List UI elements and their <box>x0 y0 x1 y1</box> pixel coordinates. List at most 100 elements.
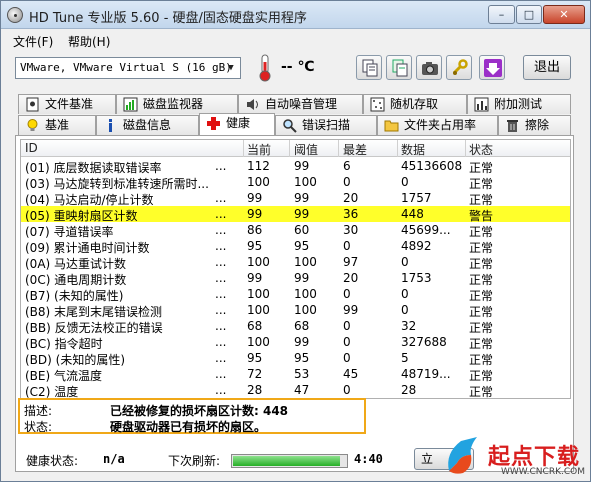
cell-worst: 6 <box>343 159 351 173</box>
cell-current: 100 <box>247 175 270 189</box>
tab-benchmark[interactable]: 基准 <box>18 115 96 135</box>
cell-dots: ... <box>215 223 227 237</box>
table-row[interactable]: (BE) 气流温度 ... 72 53 45 48719... 正常 <box>21 366 570 383</box>
tab-acoustic-management[interactable]: 自动噪音管理 <box>238 94 363 114</box>
tab-extra-tests[interactable]: 附加测试 <box>467 94 571 114</box>
tab-random-access[interactable]: 随机存取 <box>363 94 467 114</box>
cell-data: 48719... <box>401 367 451 381</box>
smart-table[interactable]: ID 当前 阈值 最差 数据 状态 (01) 底层数据读取错误率 ... 112… <box>20 139 571 399</box>
chevron-down-icon[interactable]: ▼ <box>224 60 238 76</box>
cell-current: 99 <box>247 207 263 221</box>
cell-worst: 0 <box>343 287 351 301</box>
refresh-countdown: 4:40 <box>354 452 383 466</box>
folder-icon <box>384 120 399 132</box>
menu-file[interactable]: 文件(F) <box>13 33 53 50</box>
cell-worst: 0 <box>343 239 351 253</box>
cell-worst: 0 <box>343 351 351 365</box>
temperature-readout: -- ℃ <box>281 59 315 75</box>
close-button[interactable]: ✕ <box>543 5 585 24</box>
tab-disk-info[interactable]: 磁盘信息 <box>96 115 199 135</box>
window-title: HD Tune 专业版 5.60 - 硬盘/固态硬盘实用程序 <box>29 11 307 26</box>
tab-error-scan[interactable]: 错误扫描 <box>275 115 377 135</box>
cell-data: 1753 <box>401 271 432 285</box>
table-row[interactable]: (09) 累计通电时间计数 ... 95 95 0 4892 正常 <box>21 238 570 255</box>
cell-data: 28 <box>401 383 417 397</box>
cell-threshold: 47 <box>294 383 310 397</box>
header-data[interactable]: 数据 <box>401 141 425 158</box>
header-status[interactable]: 状态 <box>469 141 493 158</box>
cell-worst: 20 <box>343 191 359 205</box>
tab-disk-monitor[interactable]: 磁盘监视器 <box>116 94 238 114</box>
camera-icon <box>422 62 438 75</box>
title-bar: HD Tune 专业版 5.60 - 硬盘/固态硬盘实用程序 – □ ✕ <box>1 1 590 29</box>
table-row[interactable]: (03) 马达旋转到标准转速所需时... 100 100 0 0 正常 <box>21 174 570 191</box>
minimize-button[interactable]: – <box>488 5 515 24</box>
cell-data: 0 <box>401 287 409 301</box>
cell-threshold: 60 <box>294 223 310 237</box>
cell-worst: 20 <box>343 271 359 285</box>
cell-dots: ... <box>215 191 227 205</box>
cell-threshold: 99 <box>294 335 310 349</box>
copy-all-icon <box>392 59 408 77</box>
header-current[interactable]: 当前 <box>247 141 271 158</box>
drive-select[interactable]: VMware, VMware Virtual S (16 gB) ▼ <box>15 57 241 79</box>
cell-status: 正常 <box>469 385 494 399</box>
cell-threshold: 99 <box>294 271 310 285</box>
table-row[interactable]: (BC) 指令超时 ... 100 99 0 327688 正常 <box>21 334 570 351</box>
wrench-icon <box>452 59 468 75</box>
cell-current: 100 <box>247 303 270 317</box>
header-id[interactable]: ID <box>25 141 38 155</box>
table-row[interactable]: (B8) 末尾到末尾错误检测 ... 100 100 99 0 正常 <box>21 302 570 319</box>
cell-dots: ... <box>215 383 227 397</box>
cell-current: 95 <box>247 239 263 253</box>
disk-app-icon <box>7 7 23 23</box>
cell-dots: ... <box>215 351 227 365</box>
tab-health[interactable]: 健康 <box>199 113 275 135</box>
cell-data: 45699... <box>401 223 451 237</box>
cell-current: 28 <box>247 383 263 397</box>
table-row[interactable]: (0C) 通电周期计数 ... 99 99 20 1753 正常 <box>21 270 570 287</box>
cell-current: 95 <box>247 351 263 365</box>
cell-dots: ... <box>215 271 227 285</box>
tab-label: 附加测试 <box>494 97 543 111</box>
exit-button[interactable]: 退出 <box>523 55 571 80</box>
description-value: 已经被修复的损坏扇区计数: 448 <box>110 404 289 418</box>
tab-label: 磁盘监视器 <box>143 97 204 111</box>
cell-data: 448 <box>401 207 424 221</box>
tab-folder-usage[interactable]: 文件夹占用率 <box>377 115 498 135</box>
tab-file-benchmark[interactable]: 文件基准 <box>18 94 116 114</box>
copy-text-button[interactable] <box>356 55 382 80</box>
table-row[interactable]: (0A) 马达重试计数 ... 100 100 97 0 正常 <box>21 254 570 271</box>
cell-threshold: 53 <box>294 367 310 381</box>
table-row[interactable]: (07) 寻道错误率 ... 86 60 30 45699... 正常 <box>21 222 570 239</box>
menu-help[interactable]: 帮助(H) <box>68 33 110 50</box>
cell-data: 5 <box>401 351 409 365</box>
maximize-button[interactable]: □ <box>516 5 542 24</box>
table-row[interactable]: (C2) 温度 ... 28 47 0 28 正常 <box>21 382 570 398</box>
status-label: 状态: <box>24 420 53 434</box>
menu-bar: 文件(F) 帮助(H) <box>1 30 590 50</box>
tab-erase[interactable]: 擦除 <box>498 115 571 135</box>
cell-threshold: 100 <box>294 255 317 269</box>
cell-worst: 0 <box>343 175 351 189</box>
table-row[interactable]: (BB) 反馈无法校正的错误 ... 68 68 0 32 正常 <box>21 318 570 335</box>
cell-threshold: 100 <box>294 175 317 189</box>
cell-threshold: 100 <box>294 287 317 301</box>
info-icon <box>109 119 112 132</box>
save-button[interactable] <box>479 55 505 80</box>
file-benchmark-icon <box>26 97 39 112</box>
table-row[interactable]: (04) 马达启动/停止计数 ... 99 99 20 1757 正常 <box>21 190 570 207</box>
header-worst[interactable]: 最差 <box>343 141 367 158</box>
cell-dots: ... <box>215 287 227 301</box>
cell-data: 0 <box>401 255 409 269</box>
copy-all-button[interactable] <box>386 55 412 80</box>
table-row[interactable]: (BD) (未知的属性) ... 95 95 0 5 正常 <box>21 350 570 367</box>
screenshot-button[interactable] <box>416 55 442 80</box>
table-row[interactable]: (01) 底层数据读取错误率 ... 112 99 6 45136608 正常 <box>21 158 570 175</box>
header-threshold[interactable]: 阈值 <box>294 141 318 158</box>
table-row-warning[interactable]: (05) 重映射扇区计数 ... 99 99 36 448 警告 <box>21 206 570 223</box>
cell-dots: ... <box>215 207 227 221</box>
table-row[interactable]: (B7) (未知的属性) ... 100 100 0 0 正常 <box>21 286 570 303</box>
options-button[interactable] <box>446 55 472 80</box>
drive-select-value: VMware, VMware Virtual S (16 gB) <box>20 61 232 74</box>
